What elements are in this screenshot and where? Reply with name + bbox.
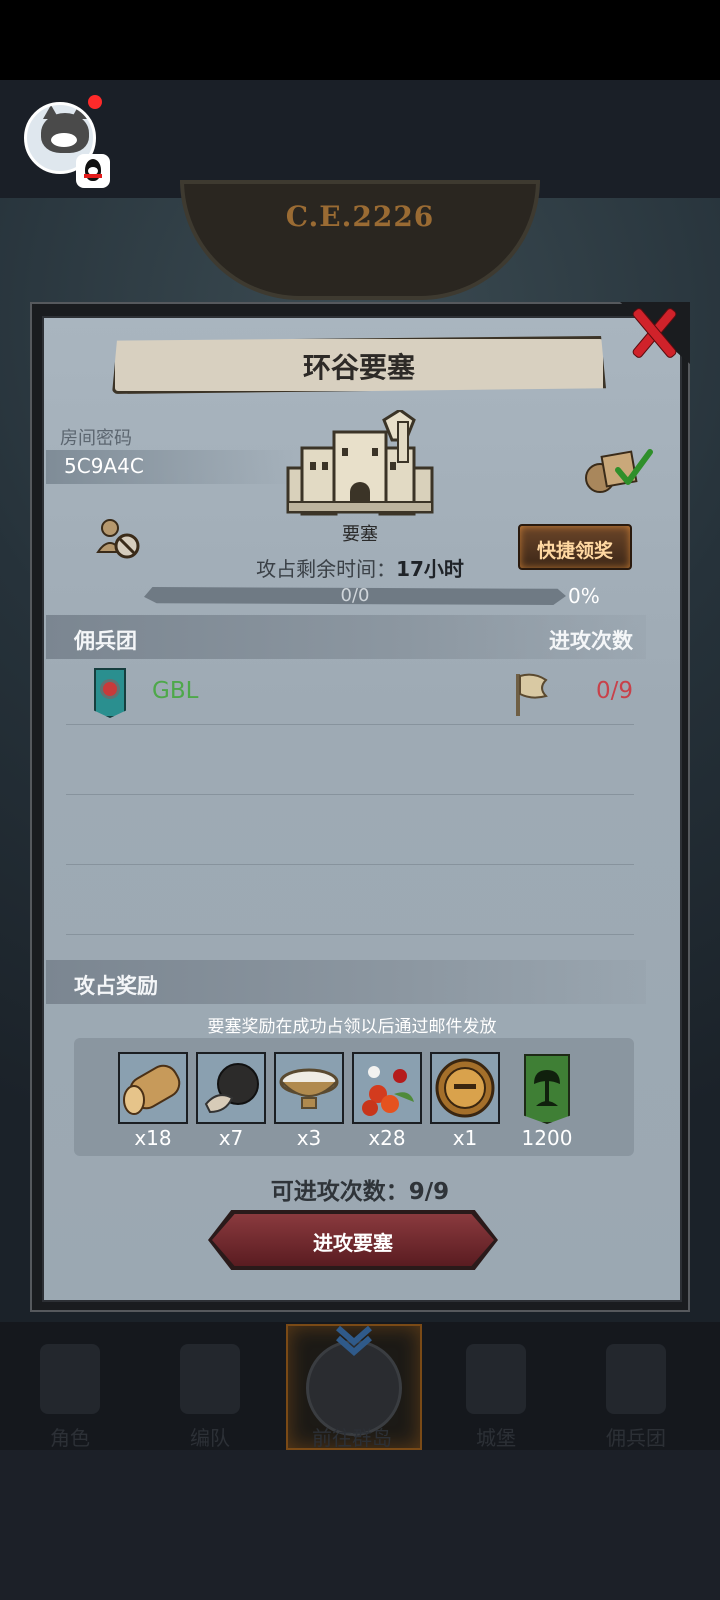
- quick-claim-button[interactable]: 快捷领奖: [518, 524, 632, 570]
- milk-bowl-icon[interactable]: [274, 1052, 344, 1124]
- progress-percent: 0%: [568, 584, 600, 608]
- helmet-icon: [180, 1344, 240, 1414]
- qq-badge: [76, 154, 110, 188]
- attack-button-label: 进攻要塞: [313, 1231, 393, 1255]
- close-icon[interactable]: [628, 306, 678, 358]
- cat-face: [51, 133, 77, 147]
- notification-dot: [88, 95, 102, 109]
- guild-banner-icon: [94, 668, 126, 718]
- nav-label: 编队: [190, 1426, 230, 1450]
- attack-fortress-button[interactable]: 进攻要塞: [212, 1214, 494, 1266]
- list-divider: [66, 724, 634, 725]
- castle-icon: [286, 410, 434, 516]
- quick-claim-label: 快捷领奖: [536, 540, 613, 562]
- mercenary-header: 佣兵团: [74, 629, 137, 653]
- claimed-bag-icon: [585, 449, 653, 493]
- reward-qty: x28: [368, 1126, 406, 1150]
- guild-attack-count: 0/9: [595, 678, 633, 704]
- reward-qty: x3: [296, 1126, 322, 1150]
- reward-qty: x7: [218, 1126, 244, 1150]
- era-text: C.E.2226: [285, 200, 435, 233]
- reward-qty: x18: [134, 1126, 172, 1150]
- reward-qty: x1: [452, 1126, 478, 1150]
- nav-label: 角色: [50, 1426, 90, 1450]
- castle-nav-icon: [466, 1344, 526, 1414]
- reward-qty: 1200: [521, 1126, 573, 1150]
- knight-icon: [40, 1344, 100, 1414]
- truffle-icon[interactable]: [196, 1052, 266, 1124]
- game-screen: C.E.2226 环谷要塞 房间密码 5C9A4C 要塞 快捷领奖 攻占剩余时间…: [0, 0, 720, 1600]
- nav-label: 佣兵团: [606, 1426, 666, 1450]
- tree-banner-icon[interactable]: [524, 1054, 570, 1124]
- list-divider: [66, 794, 634, 795]
- list-divider: [66, 864, 634, 865]
- guild-name: GBL: [152, 678, 199, 704]
- flag-icon: [516, 673, 548, 716]
- log-icon[interactable]: [118, 1052, 188, 1124]
- status-bar: [0, 0, 720, 80]
- reward-header: 攻占奖励: [74, 974, 158, 998]
- attacks-remaining: 可进攻次数：9/9: [270, 1179, 450, 1205]
- nav-label: 前往群岛: [312, 1426, 392, 1450]
- berries-icon[interactable]: [352, 1052, 422, 1124]
- fortress-label: 要塞: [342, 524, 378, 545]
- attack-count-header: 进攻次数: [549, 629, 633, 653]
- chevron-down-icon: [336, 1326, 372, 1356]
- occupy-time-remaining: 攻占剩余时间：17小时: [256, 557, 464, 581]
- nav-label: 城堡: [476, 1426, 516, 1450]
- dialog-title: 环谷要塞: [302, 351, 415, 384]
- footer-area: [0, 1450, 720, 1600]
- room-code[interactable]: 5C9A4C: [64, 454, 144, 478]
- ship-icon: [606, 1344, 666, 1414]
- reward-note: 要塞奖励在成功占领以后通过邮件发放: [207, 1017, 497, 1037]
- user-forbidden-icon: [96, 519, 140, 559]
- helmet-medal-icon[interactable]: [430, 1052, 500, 1124]
- room-password-label: 房间密码: [60, 428, 132, 449]
- list-divider: [66, 934, 634, 935]
- progress-count: 0/0: [340, 585, 370, 606]
